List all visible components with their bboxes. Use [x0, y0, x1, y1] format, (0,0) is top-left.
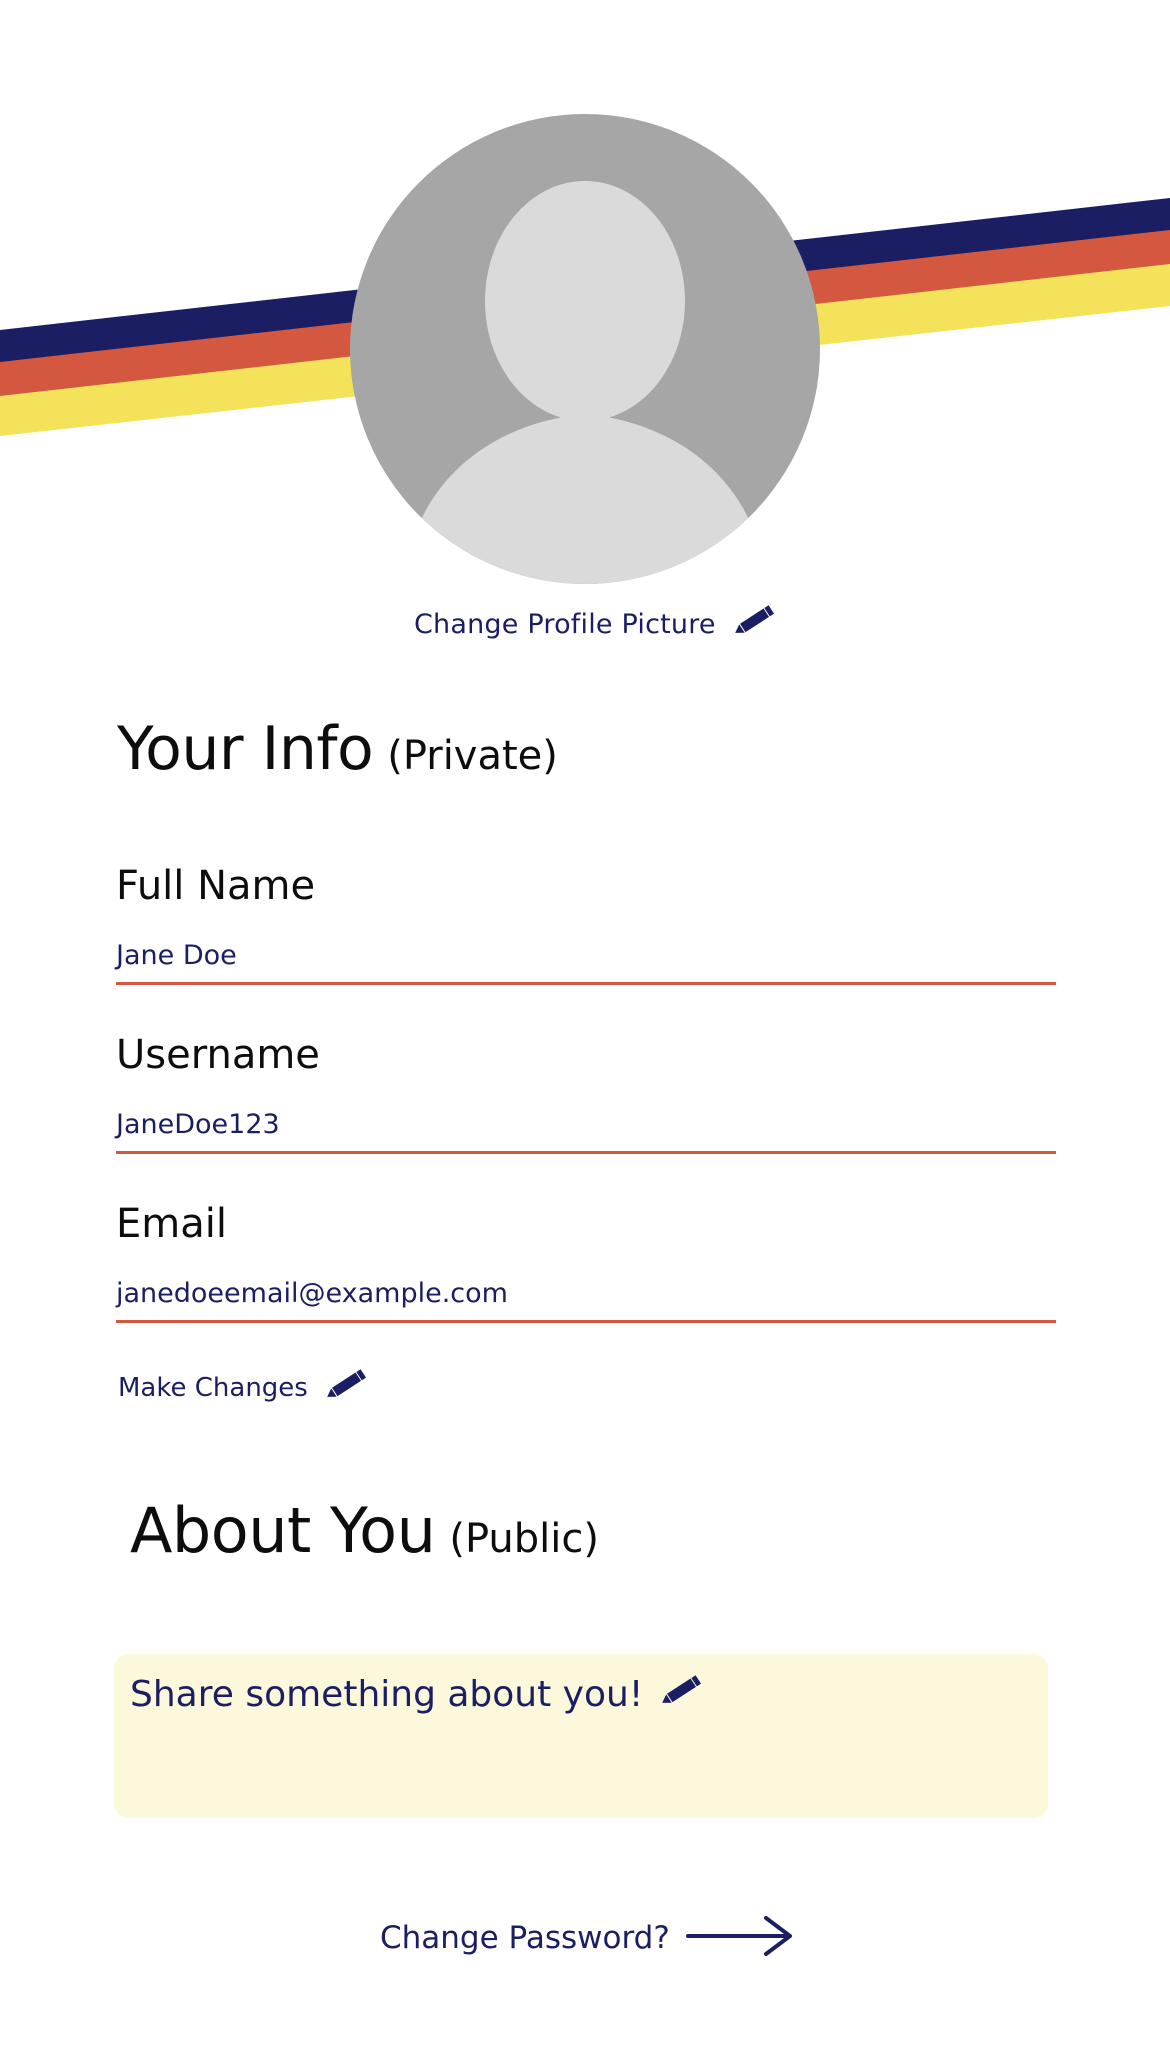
full-name-field-group: Full Name Jane Doe: [116, 863, 1056, 986]
email-field[interactable]: janedoeemail@example.com: [116, 1278, 1056, 1324]
your-info-title: Your Info: [117, 714, 374, 784]
username-field-group: Username JaneDoe123: [116, 1032, 1056, 1155]
make-changes-label: Make Changes: [118, 1373, 308, 1403]
your-info-privacy: (Private): [387, 733, 558, 779]
change-profile-picture-link[interactable]: Change Profile Picture: [414, 604, 776, 644]
about-you-privacy: (Public): [449, 1516, 599, 1562]
change-profile-picture-label: Change Profile Picture: [414, 608, 716, 640]
email-field-group: Email janedoeemail@example.com: [116, 1201, 1056, 1324]
profile-avatar[interactable]: [350, 114, 820, 584]
make-changes-button[interactable]: Make Changes: [118, 1368, 368, 1408]
username-label: Username: [116, 1032, 320, 1078]
arrow-right-icon: [685, 1914, 794, 1962]
pencil-icon: [655, 1674, 703, 1714]
email-label: Email: [116, 1201, 227, 1247]
pencil-icon: [728, 604, 776, 644]
full-name-label: Full Name: [116, 863, 316, 909]
about-you-title: About You: [130, 1494, 436, 1567]
username-field[interactable]: JaneDoe123: [116, 1109, 1056, 1155]
pencil-icon: [320, 1368, 368, 1408]
change-password-link[interactable]: Change Password?: [380, 1914, 794, 1962]
your-info-heading: Your Info (Private): [117, 714, 558, 784]
about-you-textarea[interactable]: Share something about you!: [114, 1654, 1048, 1818]
about-you-placeholder: Share something about you!: [130, 1674, 644, 1715]
about-you-heading: About You (Public): [130, 1494, 599, 1567]
full-name-field[interactable]: Jane Doe: [116, 940, 1056, 986]
change-password-label: Change Password?: [380, 1920, 670, 1956]
